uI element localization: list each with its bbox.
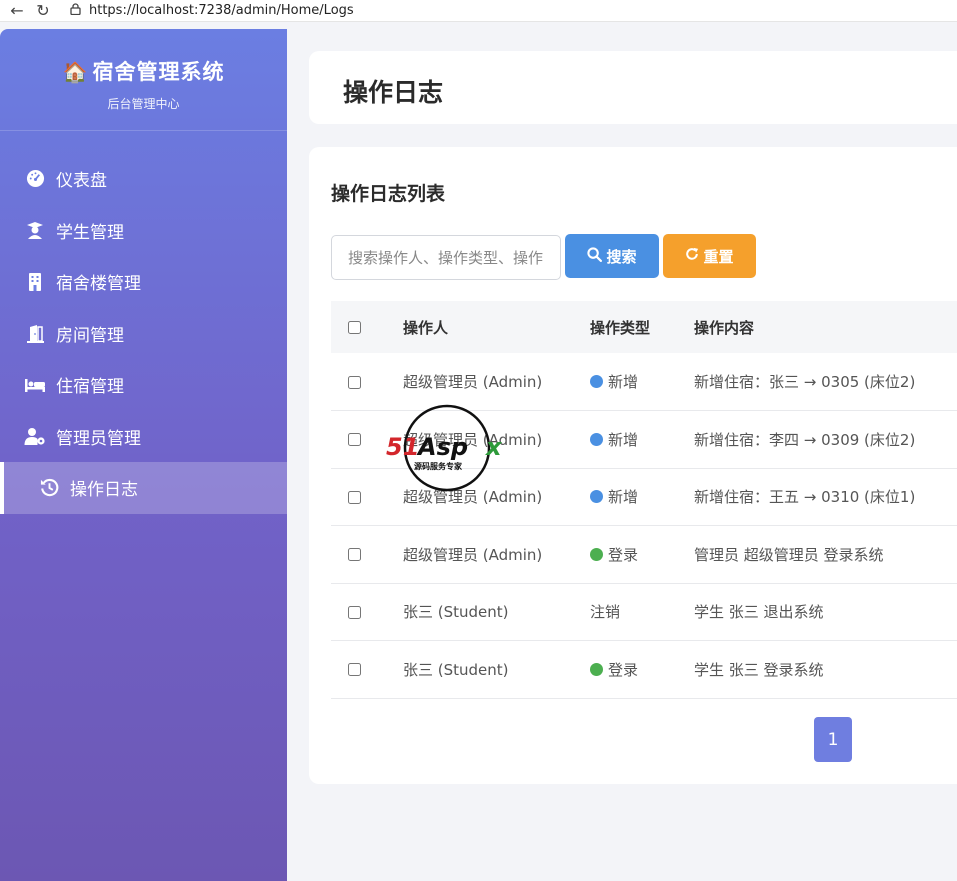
- door-icon: [24, 322, 46, 344]
- sidebar: 🏠 宿舍管理系统 后台管理中心 仪表盘 学生管理 宿舍楼管理 房间管理 住宿管理…: [0, 29, 287, 881]
- lock-icon: [70, 3, 81, 18]
- cell-type: 注销: [590, 583, 694, 641]
- status-dot: [590, 662, 603, 676]
- row-checkbox[interactable]: [348, 605, 361, 619]
- cell-content: 新增住宿：李四 → 0309 (床位2): [694, 410, 957, 469]
- sidebar-item-label: 管理员管理: [56, 428, 141, 449]
- building-icon: [24, 271, 46, 293]
- cell-operator: 超级管理员 (Admin): [403, 410, 590, 469]
- row-checkbox[interactable]: [348, 548, 361, 562]
- search-input[interactable]: [331, 235, 561, 280]
- cell-content: 新增住宿：王五 → 0310 (床位1): [694, 468, 957, 526]
- bed-icon: [24, 374, 46, 396]
- list-title: 操作日志列表: [331, 183, 446, 205]
- table-row: 张三 (Student) 注销 学生 张三 退出系统: [331, 583, 957, 641]
- history-icon: [38, 477, 60, 499]
- page-title: 操作日志: [343, 78, 444, 107]
- header-operation-content: 操作内容: [694, 318, 755, 337]
- search-icon: [587, 246, 603, 266]
- sidebar-item-label: 房间管理: [56, 325, 124, 346]
- sidebar-item-buildings[interactable]: 宿舍楼管理: [0, 256, 287, 308]
- sidebar-item-dashboard[interactable]: 仪表盘: [0, 153, 287, 205]
- sidebar-item-label: 住宿管理: [56, 377, 124, 398]
- url-text: https://localhost:7238/admin/Home/Logs: [89, 3, 354, 18]
- browser-address-bar: ← ↻ https://localhost:7238/admin/Home/Lo…: [0, 0, 957, 22]
- sidebar-menu: 仪表盘 学生管理 宿舍楼管理 房间管理 住宿管理 管理员管理 操作日志: [0, 153, 287, 514]
- cell-operator: 张三 (Student): [403, 583, 590, 641]
- select-all-cell: [331, 301, 403, 353]
- cell-type: 新增: [590, 410, 694, 469]
- brand: 🏠 宿舍管理系统 后台管理中心: [0, 29, 287, 131]
- user-gear-icon: [24, 425, 46, 447]
- reset-button[interactable]: 重置: [663, 234, 756, 278]
- row-checkbox[interactable]: [348, 490, 361, 504]
- cell-content: 学生 张三 登录系统: [694, 640, 957, 699]
- status-dot: [590, 547, 603, 561]
- sidebar-item-label: 仪表盘: [56, 171, 107, 192]
- row-checkbox[interactable]: [348, 663, 361, 677]
- brand-subtitle: 后台管理中心: [107, 97, 180, 111]
- status-dot: [590, 375, 603, 388]
- sidebar-item-lodging[interactable]: 住宿管理: [0, 359, 287, 411]
- logs-card: 操作日志列表 搜索 重置 操作人 操作类型 操作内容 超级管: [309, 147, 957, 784]
- sidebar-item-label: 操作日志: [70, 480, 138, 501]
- back-arrow-icon[interactable]: ←: [4, 1, 30, 20]
- cell-operator: 张三 (Student): [403, 640, 590, 699]
- cell-type: 新增: [590, 468, 694, 526]
- page-button-current[interactable]: 1: [814, 717, 852, 762]
- cell-type: 登录: [590, 640, 694, 699]
- sidebar-item-logs[interactable]: 操作日志: [0, 462, 287, 514]
- cell-type: 登录: [590, 525, 694, 584]
- cell-operator: 超级管理员 (Admin): [403, 353, 590, 411]
- cell-content: 新增住宿：张三 → 0305 (床位2): [694, 353, 957, 411]
- sidebar-item-students[interactable]: 学生管理: [0, 205, 287, 257]
- page-header: 操作日志: [309, 51, 957, 124]
- table-row: 张三 (Student) 登录 学生 张三 登录系统: [331, 640, 957, 699]
- header-operator: 操作人: [403, 318, 449, 337]
- cell-type: 新增: [590, 353, 694, 411]
- brand-title: 🏠 宿舍管理系统: [62, 60, 225, 84]
- sidebar-item-label: 学生管理: [56, 222, 124, 243]
- row-checkbox[interactable]: [348, 375, 361, 389]
- row-checkbox[interactable]: [348, 433, 361, 447]
- search-button[interactable]: 搜索: [565, 234, 659, 278]
- table-row: 超级管理员 (Admin) 新增 新增住宿：李四 → 0309 (床位2): [331, 410, 957, 469]
- dashboard-icon: [24, 168, 46, 190]
- header-operation-type: 操作类型: [590, 318, 651, 337]
- cell-operator: 超级管理员 (Admin): [403, 468, 590, 526]
- sidebar-item-label: 宿舍楼管理: [56, 274, 141, 295]
- cell-operator: 超级管理员 (Admin): [403, 525, 590, 584]
- status-dot: [590, 432, 603, 446]
- cell-content: 学生 张三 退出系统: [694, 583, 957, 641]
- reload-icon[interactable]: ↻: [30, 1, 56, 20]
- cell-content: 管理员 超级管理员 登录系统: [694, 525, 957, 584]
- logs-table: 操作人 操作类型 操作内容 超级管理员 (Admin) 新增 新增住宿：张三 →…: [331, 301, 957, 699]
- refresh-icon: [685, 247, 699, 265]
- select-all-checkbox[interactable]: [348, 321, 361, 334]
- table-row: 超级管理员 (Admin) 登录 管理员 超级管理员 登录系统: [331, 525, 957, 584]
- house-icon: 🏠: [62, 60, 89, 84]
- sidebar-item-admins[interactable]: 管理员管理: [0, 411, 287, 463]
- status-dot: [590, 490, 603, 504]
- table-header-row: 操作人 操作类型 操作内容: [331, 301, 957, 353]
- url-field[interactable]: https://localhost:7238/admin/Home/Logs: [70, 3, 354, 18]
- table-row: 超级管理员 (Admin) 新增 新增住宿：王五 → 0310 (床位1): [331, 468, 957, 526]
- sidebar-item-rooms[interactable]: 房间管理: [0, 308, 287, 360]
- graduate-icon: [24, 219, 46, 241]
- table-row: 超级管理员 (Admin) 新增 新增住宿：张三 → 0305 (床位2): [331, 353, 957, 411]
